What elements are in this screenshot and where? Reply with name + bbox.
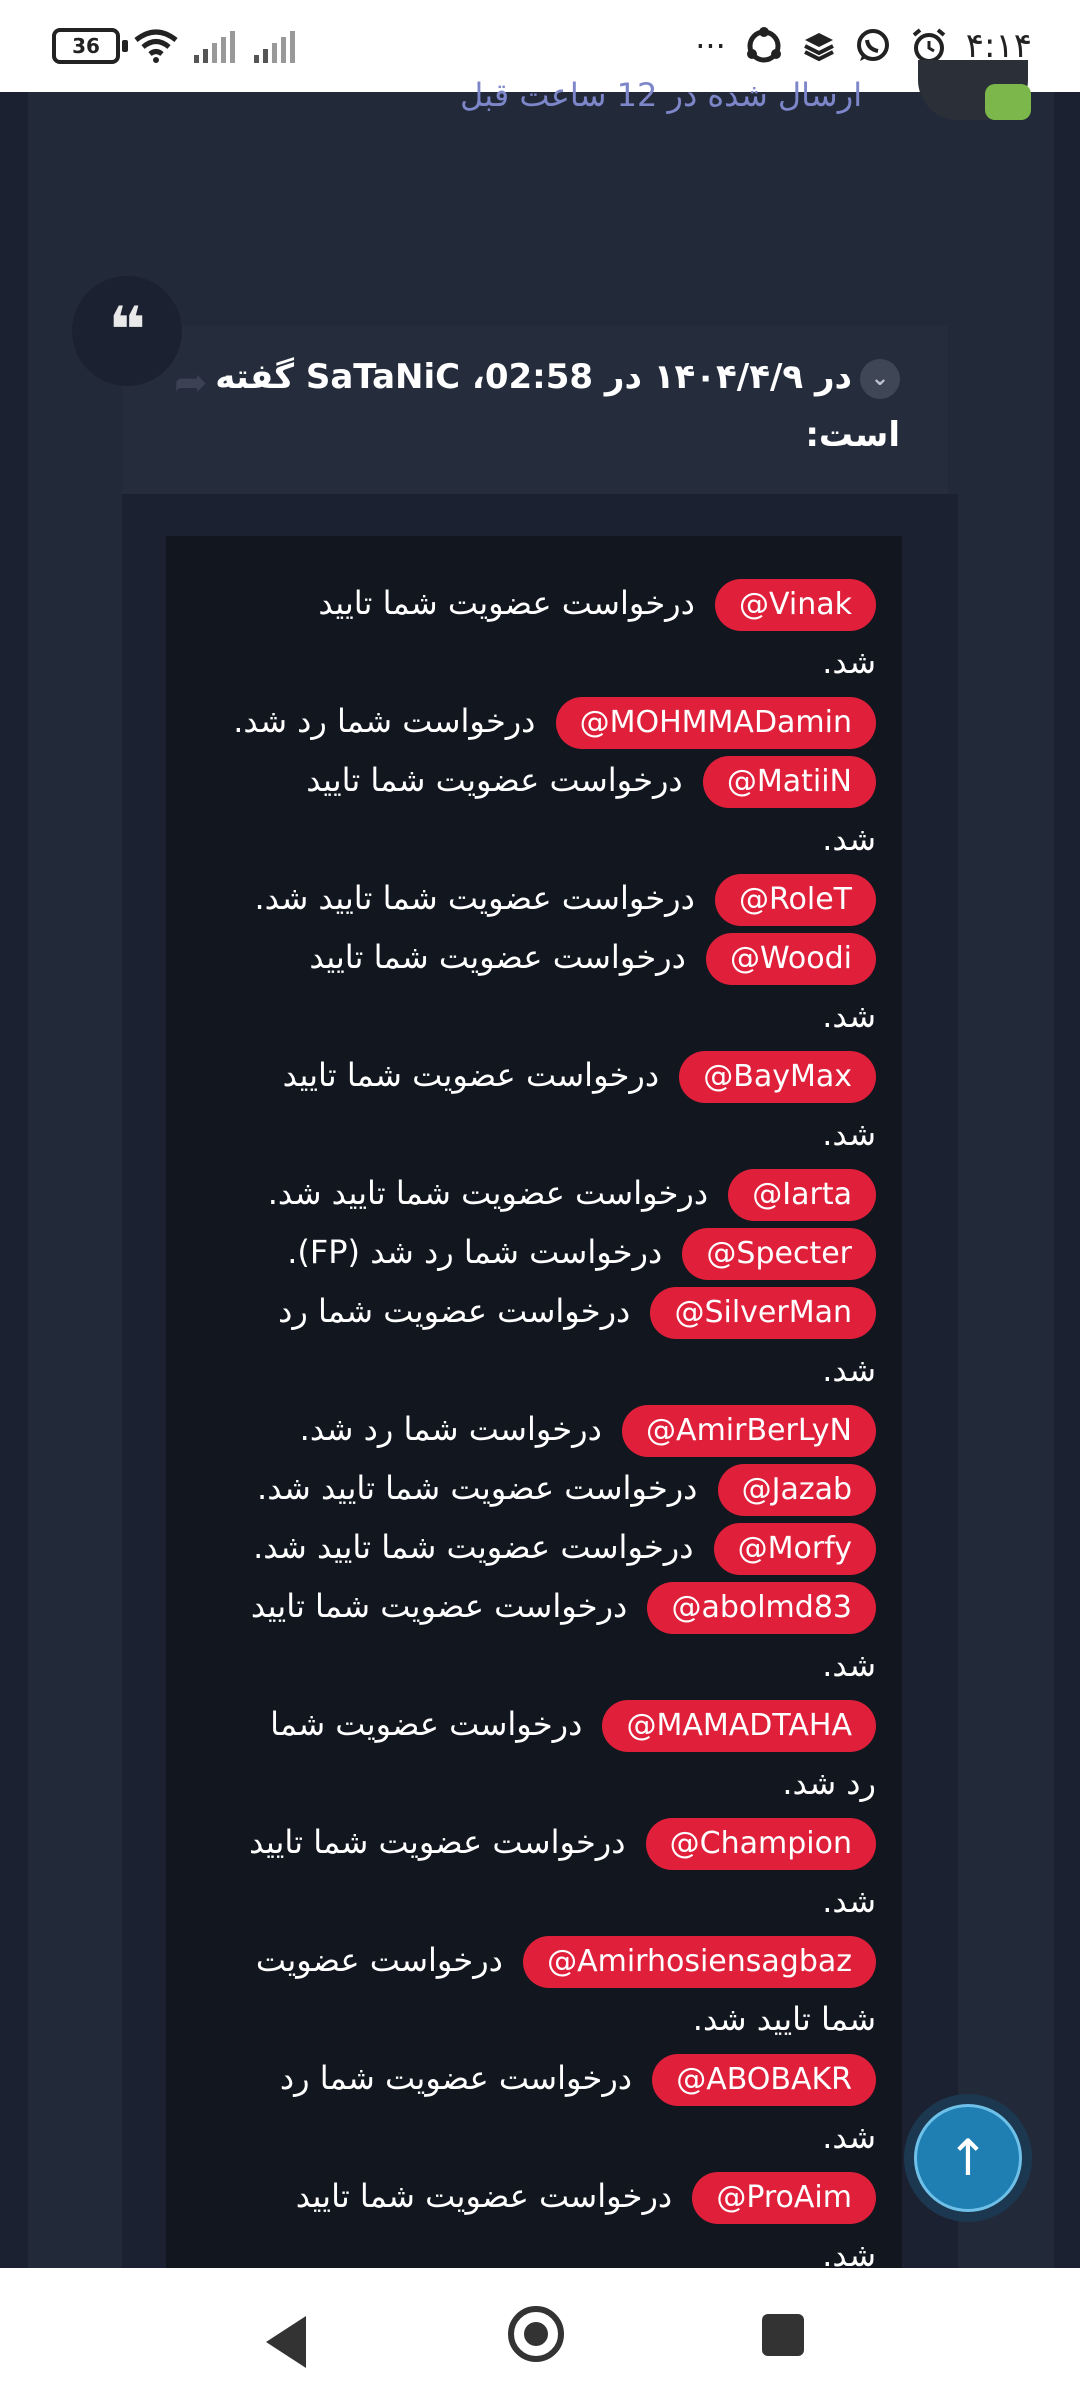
user-mention[interactable]: @MOHMMADamin bbox=[555, 697, 876, 749]
line-text: درخواست شما رد شد. bbox=[299, 1410, 602, 1448]
user-mention[interactable]: @BayMax bbox=[679, 1051, 876, 1103]
quote-attribution-line1: در ۱۴۰۴/۴/۹ در 02:58، SaTaNiC گفته bbox=[215, 357, 852, 397]
quote-line: @MatiiN درخواست عضویت شما تایید bbox=[196, 751, 876, 810]
user-mention[interactable]: @Morfy bbox=[713, 1523, 876, 1575]
user-mention[interactable]: @abolmd83 bbox=[647, 1582, 876, 1634]
quote-attribution[interactable]: ⌄در ۱۴۰۴/۴/۹ در 02:58، SaTaNiC گفته است: bbox=[190, 348, 900, 464]
quote-lines: @Vinak درخواست عضویت شما تایید شد. @MOHMMA… bbox=[196, 574, 876, 2285]
user-mention[interactable]: @Vinak bbox=[715, 579, 876, 631]
quote-line: @Morfy درخواست عضویت شما تایید شد. bbox=[196, 1518, 876, 1577]
status-left: 36 bbox=[52, 28, 298, 64]
layers-icon bbox=[803, 33, 834, 62]
line-text: درخواست عضویت شما تایید شد. bbox=[253, 1528, 694, 1566]
quote-line: @Specter درخواست شما رد شد (FP). bbox=[196, 1223, 876, 1282]
line-text: درخواست عضویت شما bbox=[270, 1705, 583, 1743]
quote-icon: ❝ bbox=[72, 276, 182, 386]
user-mention[interactable]: @Champion bbox=[645, 1818, 876, 1870]
line-text: درخواست عضویت شما تایید شد. bbox=[257, 1469, 698, 1507]
user-mention[interactable]: @Specter bbox=[682, 1228, 876, 1280]
line-text: درخواست عضویت شما تایید bbox=[249, 1823, 626, 1861]
quote-line: @AmirBerLyN درخواست شما رد شد. bbox=[196, 1400, 876, 1459]
quote-line: @Jazab درخواست عضویت شما تایید شد. bbox=[196, 1459, 876, 1518]
battery-icon: 36 bbox=[52, 28, 128, 64]
line-text: درخواست عضویت شما تایید شد. bbox=[254, 879, 695, 917]
quote-line: @ABOBAKR درخواست عضویت شما رد bbox=[196, 2049, 876, 2108]
user-mention[interactable]: @Woodi bbox=[706, 933, 876, 985]
signal-icon-1 bbox=[194, 31, 235, 63]
line-text: درخواست عضویت شما تایید bbox=[295, 2177, 673, 2215]
star-badge-icon bbox=[985, 84, 1031, 120]
whatsapp-icon bbox=[856, 29, 889, 61]
quote-line: @SilverMan درخواست عضویت شما رد bbox=[196, 1282, 876, 1341]
quote-line: @Vinak درخواست عضویت شما تایید bbox=[196, 574, 876, 633]
quote-line-continuation: شد. bbox=[822, 1351, 876, 1389]
quote-line-continuation: شد. bbox=[822, 1882, 876, 1920]
post-sent-time: ارسال شده در 12 ساعت قبل bbox=[460, 76, 863, 114]
line-text: درخواست عضویت شما تایید bbox=[309, 938, 686, 976]
line-text: درخواست عضویت شما رد bbox=[278, 1292, 631, 1330]
more-notifications-icon: ··· bbox=[695, 27, 726, 65]
user-mention[interactable]: @SilverMan bbox=[650, 1287, 876, 1339]
user-mention[interactable]: @Amirhosiensagbaz bbox=[523, 1936, 876, 1988]
user-mention[interactable]: @MatiiN bbox=[702, 756, 876, 808]
user-mention[interactable]: @AmirBerLyN bbox=[622, 1405, 876, 1457]
quote-line-continuation: شد. bbox=[822, 2118, 876, 2156]
battery-level: 36 bbox=[72, 34, 100, 58]
quote-line-continuation: شد. bbox=[822, 1646, 876, 1684]
back-icon[interactable] bbox=[266, 2316, 306, 2368]
quote-line: @Amirhosiensagbaz درخواست عضویت bbox=[196, 1931, 876, 1990]
scroll-to-top-button[interactable]: ↑ bbox=[914, 2104, 1022, 2212]
quote-line-continuation: شد. bbox=[822, 997, 876, 1035]
quote-line: @Woodi درخواست عضویت شما تایید bbox=[196, 928, 876, 987]
line-text: درخواست عضویت شما تایید شد. bbox=[267, 1174, 709, 1212]
quote-line: @ProAim درخواست عضویت شما تایید bbox=[196, 2167, 876, 2226]
arrow-up-icon: ↑ bbox=[947, 2129, 989, 2187]
quote-line: @MOHMMADamin درخواست شما رد شد. bbox=[196, 692, 876, 751]
quote-line-continuation: شد. bbox=[822, 643, 876, 681]
home-icon[interactable] bbox=[508, 2306, 564, 2362]
quote-line-continuation: رد شد. bbox=[782, 1764, 876, 1802]
line-text: درخواست شما رد شد. bbox=[233, 702, 536, 740]
user-mention[interactable]: @MAMADTAHA bbox=[602, 1700, 876, 1752]
quote-attribution-line2: است: bbox=[805, 415, 900, 455]
quote-line: @abolmd83 درخواست عضویت شما تایید bbox=[196, 1577, 876, 1636]
quote-line-continuation: شما تایید شد. bbox=[692, 2000, 876, 2038]
user-mention[interactable]: @ProAim bbox=[692, 2172, 876, 2224]
user-mention[interactable]: @Jazab bbox=[717, 1464, 876, 1516]
chevron-down-icon[interactable]: ⌄ bbox=[860, 358, 900, 399]
quote-line: @Iarta درخواست عضویت شما تایید شد. bbox=[196, 1164, 876, 1223]
line-text: درخواست عضویت شما تایید bbox=[282, 1056, 660, 1094]
recents-icon[interactable] bbox=[762, 2314, 804, 2356]
wifi-icon bbox=[134, 29, 178, 63]
user-mention[interactable]: @Iarta bbox=[728, 1169, 876, 1221]
line-text: درخواست شما رد شد (FP). bbox=[287, 1233, 663, 1271]
signal-icon-2 bbox=[254, 31, 295, 63]
quote-line-continuation: شد. bbox=[822, 1115, 876, 1153]
navigation-bar bbox=[0, 2268, 1080, 2400]
quote-line: @Champion درخواست عضویت شما تایید bbox=[196, 1813, 876, 1872]
line-text: درخواست عضویت شما تایید bbox=[250, 1587, 628, 1625]
user-mention[interactable]: @RoleT bbox=[715, 874, 876, 926]
line-text: درخواست عضویت شما تایید bbox=[306, 761, 683, 799]
quote-line: @RoleT درخواست عضویت شما تایید شد. bbox=[196, 869, 876, 928]
line-text: درخواست عضویت شما رد bbox=[279, 2059, 633, 2097]
app-notification-icon bbox=[746, 27, 781, 63]
line-text: درخواست عضویت bbox=[255, 1941, 503, 1979]
quote-body: @Vinak درخواست عضویت شما تایید شد. @MOHMMA… bbox=[166, 536, 902, 2274]
line-text: درخواست عضویت شما تایید bbox=[318, 584, 695, 622]
quote-line: @BayMax درخواست عضویت شما تایید bbox=[196, 1046, 876, 1105]
user-mention[interactable]: @ABOBAKR bbox=[652, 2054, 876, 2106]
quote-line-continuation: شد. bbox=[822, 820, 876, 858]
quote-line: @MAMADTAHA درخواست عضویت شما bbox=[196, 1695, 876, 1754]
